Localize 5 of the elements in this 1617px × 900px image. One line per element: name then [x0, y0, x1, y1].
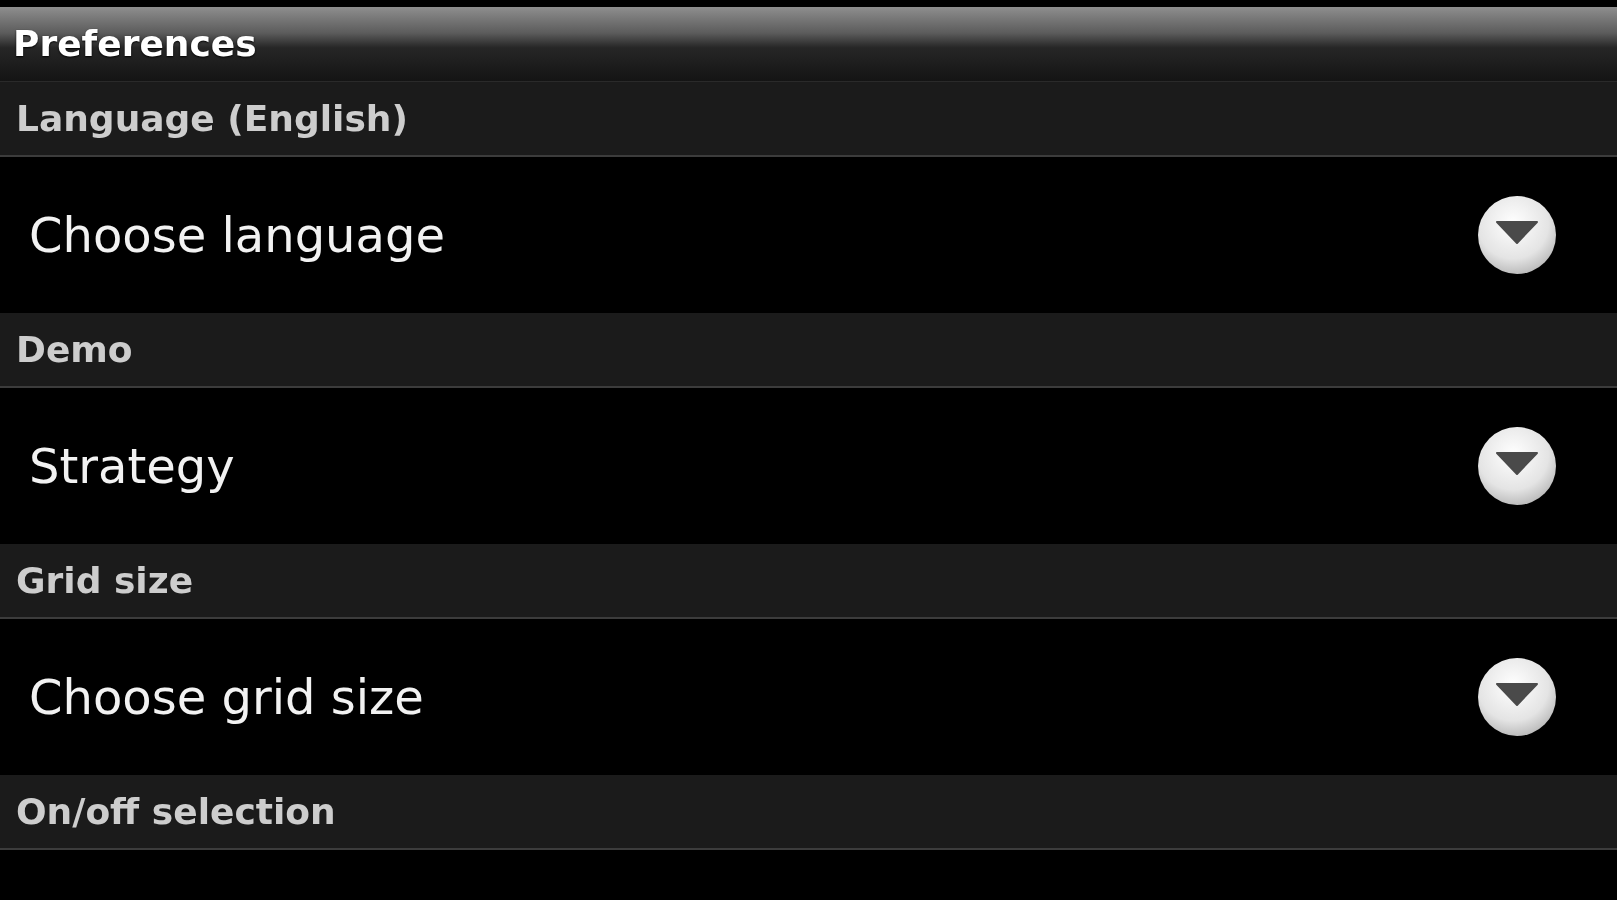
category-title: On/off selection [16, 793, 336, 830]
category-title: Grid size [16, 562, 194, 599]
window-title: Preferences [13, 26, 257, 62]
category-title: Language (English) [16, 100, 408, 137]
category-title: Demo [16, 331, 133, 368]
